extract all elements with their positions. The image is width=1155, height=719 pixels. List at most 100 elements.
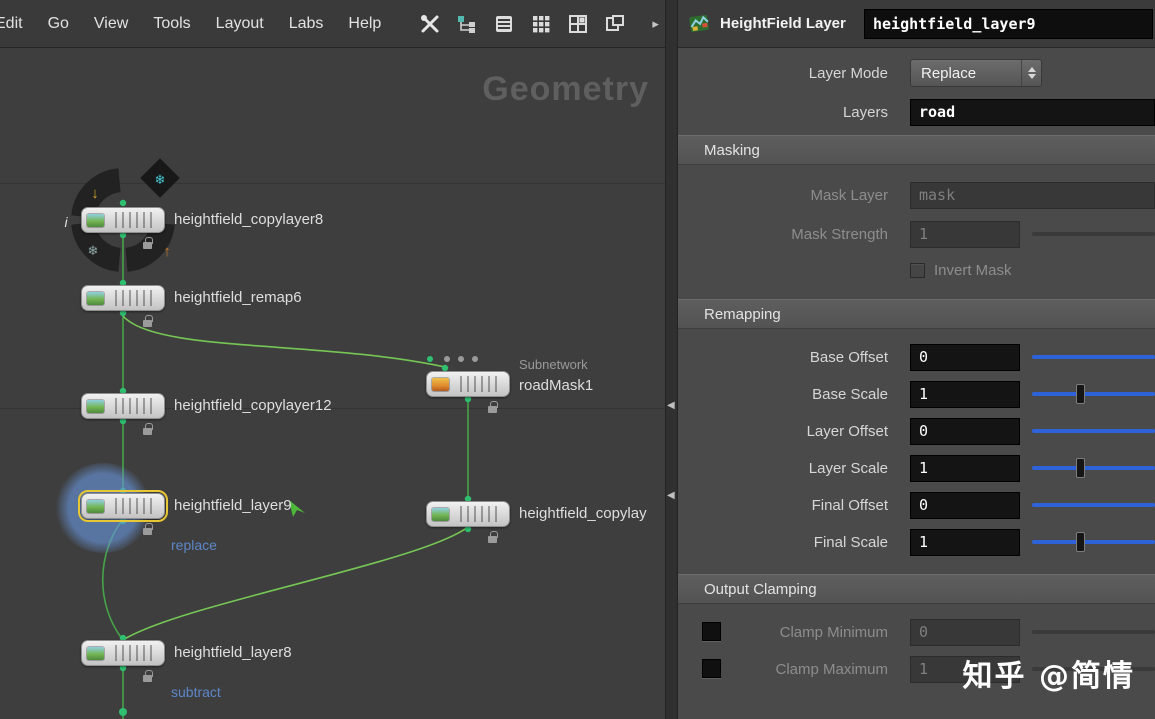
node-name-input[interactable] [864, 9, 1153, 39]
layer-offset-input[interactable] [910, 417, 1020, 445]
divider-arrow-icon[interactable]: ◀ [667, 400, 675, 411]
clamp-maximum-checkbox[interactable] [702, 659, 721, 678]
node-connectors[interactable] [119, 199, 478, 716]
crossed-tools-icon[interactable] [418, 12, 442, 36]
layer-mode-select[interactable]: Replace [910, 59, 1042, 87]
node-stripes [455, 376, 502, 392]
down-arrow-icon[interactable]: ↓ [91, 185, 99, 202]
grid-view-icon[interactable] [529, 12, 553, 36]
parameter-header: HeightField Layer [678, 0, 1155, 48]
heightfield-node-icon [87, 499, 104, 513]
param-label: Layer Mode [808, 64, 888, 82]
section-masking[interactable]: Masking [678, 135, 1155, 165]
node-heightfield-copylayer12[interactable]: heightfield_copylayer12 [81, 393, 332, 435]
menu-view[interactable]: View [94, 15, 128, 33]
menu-bar: Edit Go View Tools Layout Labs Help ▸ [0, 0, 665, 48]
param-row-layer-mode: Layer Mode Replace [678, 55, 1155, 91]
info-icon[interactable]: i [64, 214, 68, 230]
freeze-diamond-icon[interactable]: ❄ [155, 172, 166, 187]
clamp-minimum-slider [1032, 614, 1155, 650]
node-heightfield-copylayer-right[interactable]: heightfield_copylay [426, 501, 647, 543]
node-stripes [110, 498, 157, 514]
spinner-arrows-icon[interactable] [1021, 60, 1041, 86]
node-heightfield-layer8[interactable]: heightfield_layer8 subtract [81, 640, 292, 700]
heightfield-node-icon [87, 291, 104, 305]
section-remapping[interactable]: Remapping [678, 299, 1155, 329]
layout-windows-icon[interactable] [603, 12, 627, 36]
menu-labs[interactable]: Labs [289, 15, 324, 33]
lock-icon [143, 523, 153, 535]
param-row-layers: Layers [678, 94, 1155, 130]
final-scale-slider[interactable] [1032, 524, 1155, 560]
clamp-minimum-checkbox[interactable] [702, 622, 721, 641]
param-row-invert-mask: Invert Mask [678, 252, 1155, 288]
base-offset-slider[interactable] [1032, 339, 1155, 375]
base-scale-slider[interactable] [1032, 376, 1155, 412]
menu-layout[interactable]: Layout [216, 15, 264, 33]
param-label: Base Scale [812, 385, 888, 403]
node-body[interactable] [81, 393, 165, 419]
section-output-clamping[interactable]: Output Clamping [678, 574, 1155, 604]
snowflake-icon[interactable]: ❄ [88, 243, 99, 258]
final-offset-slider[interactable] [1032, 487, 1155, 523]
param-label: Base Offset [809, 348, 888, 366]
layer-scale-input[interactable] [910, 454, 1020, 482]
parameter-panel: HeightField Layer Layer Mode Replace Lay… [678, 0, 1155, 719]
mask-strength-slider [1032, 216, 1155, 252]
tree-view-icon[interactable] [455, 12, 479, 36]
param-row-base-scale: Base Scale [678, 376, 1155, 412]
node-label: heightfield_remap6 [174, 289, 302, 306]
overflow-chevron-icon[interactable]: ▸ [652, 16, 659, 32]
node-stripes [110, 398, 157, 414]
param-row-mask-layer: Mask Layer [678, 177, 1155, 213]
node-stripes [110, 212, 157, 228]
param-label: Layer Offset [806, 422, 888, 440]
base-scale-input[interactable] [910, 380, 1020, 408]
stack-view-icon[interactable] [492, 12, 516, 36]
layer-scale-slider[interactable] [1032, 450, 1155, 486]
menu-edit[interactable]: Edit [0, 15, 23, 33]
final-offset-input[interactable] [910, 491, 1020, 519]
divider-arrow-icon[interactable]: ◀ [667, 490, 675, 501]
invert-mask-checkbox [910, 262, 925, 278]
layer-mode-value: Replace [921, 64, 977, 82]
node-label: heightfield_copylayer8 [174, 211, 324, 228]
menu-help[interactable]: Help [348, 15, 381, 33]
node-subnetwork-roadmask1[interactable]: Subnetwork roadMask1 [426, 357, 593, 413]
network-editor[interactable]: Geometry ↓ i ❄ ↑ ❄ heightfield_copylayer… [0, 48, 665, 719]
node-body[interactable] [78, 490, 168, 522]
node-body[interactable] [81, 207, 165, 233]
node-body[interactable] [426, 501, 510, 527]
up-arrow-icon[interactable]: ↑ [163, 243, 171, 260]
layers-input[interactable] [910, 98, 1155, 126]
lock-icon [488, 531, 498, 543]
heightfield-node-icon [87, 213, 104, 227]
param-label: Final Scale [813, 533, 888, 551]
menu-tools[interactable]: Tools [153, 15, 190, 33]
node-type-label: Subnetwork [519, 357, 588, 372]
node-heightfield-copylayer8[interactable]: heightfield_copylayer8 [81, 207, 323, 249]
section-title: Output Clamping [704, 580, 817, 598]
param-label: Mask Strength [791, 225, 888, 243]
layer-offset-slider[interactable] [1032, 413, 1155, 449]
menu-go[interactable]: Go [48, 15, 69, 33]
node-body[interactable] [81, 285, 165, 311]
invert-mask-label: Invert Mask [934, 261, 1012, 279]
pane-divider[interactable]: ◀ ◀ [665, 0, 678, 719]
lock-icon [143, 237, 153, 249]
node-stripes [455, 506, 502, 522]
clamp-minimum-input [910, 618, 1020, 646]
section-title: Masking [704, 141, 760, 159]
node-stripes [110, 645, 157, 661]
node-heightfield-layer9[interactable]: heightfield_layer9 replace [55, 463, 292, 553]
node-heightfield-remap6[interactable]: heightfield_remap6 [81, 285, 302, 327]
final-scale-input[interactable] [910, 528, 1020, 556]
param-row-final-offset: Final Offset [678, 487, 1155, 523]
lock-icon [143, 423, 153, 435]
node-body[interactable] [426, 371, 510, 397]
split-view-icon[interactable] [566, 12, 590, 36]
param-label: Final Offset [811, 496, 888, 514]
node-body[interactable] [81, 640, 165, 666]
base-offset-input[interactable] [910, 343, 1020, 371]
heightfield-node-icon [87, 646, 104, 660]
